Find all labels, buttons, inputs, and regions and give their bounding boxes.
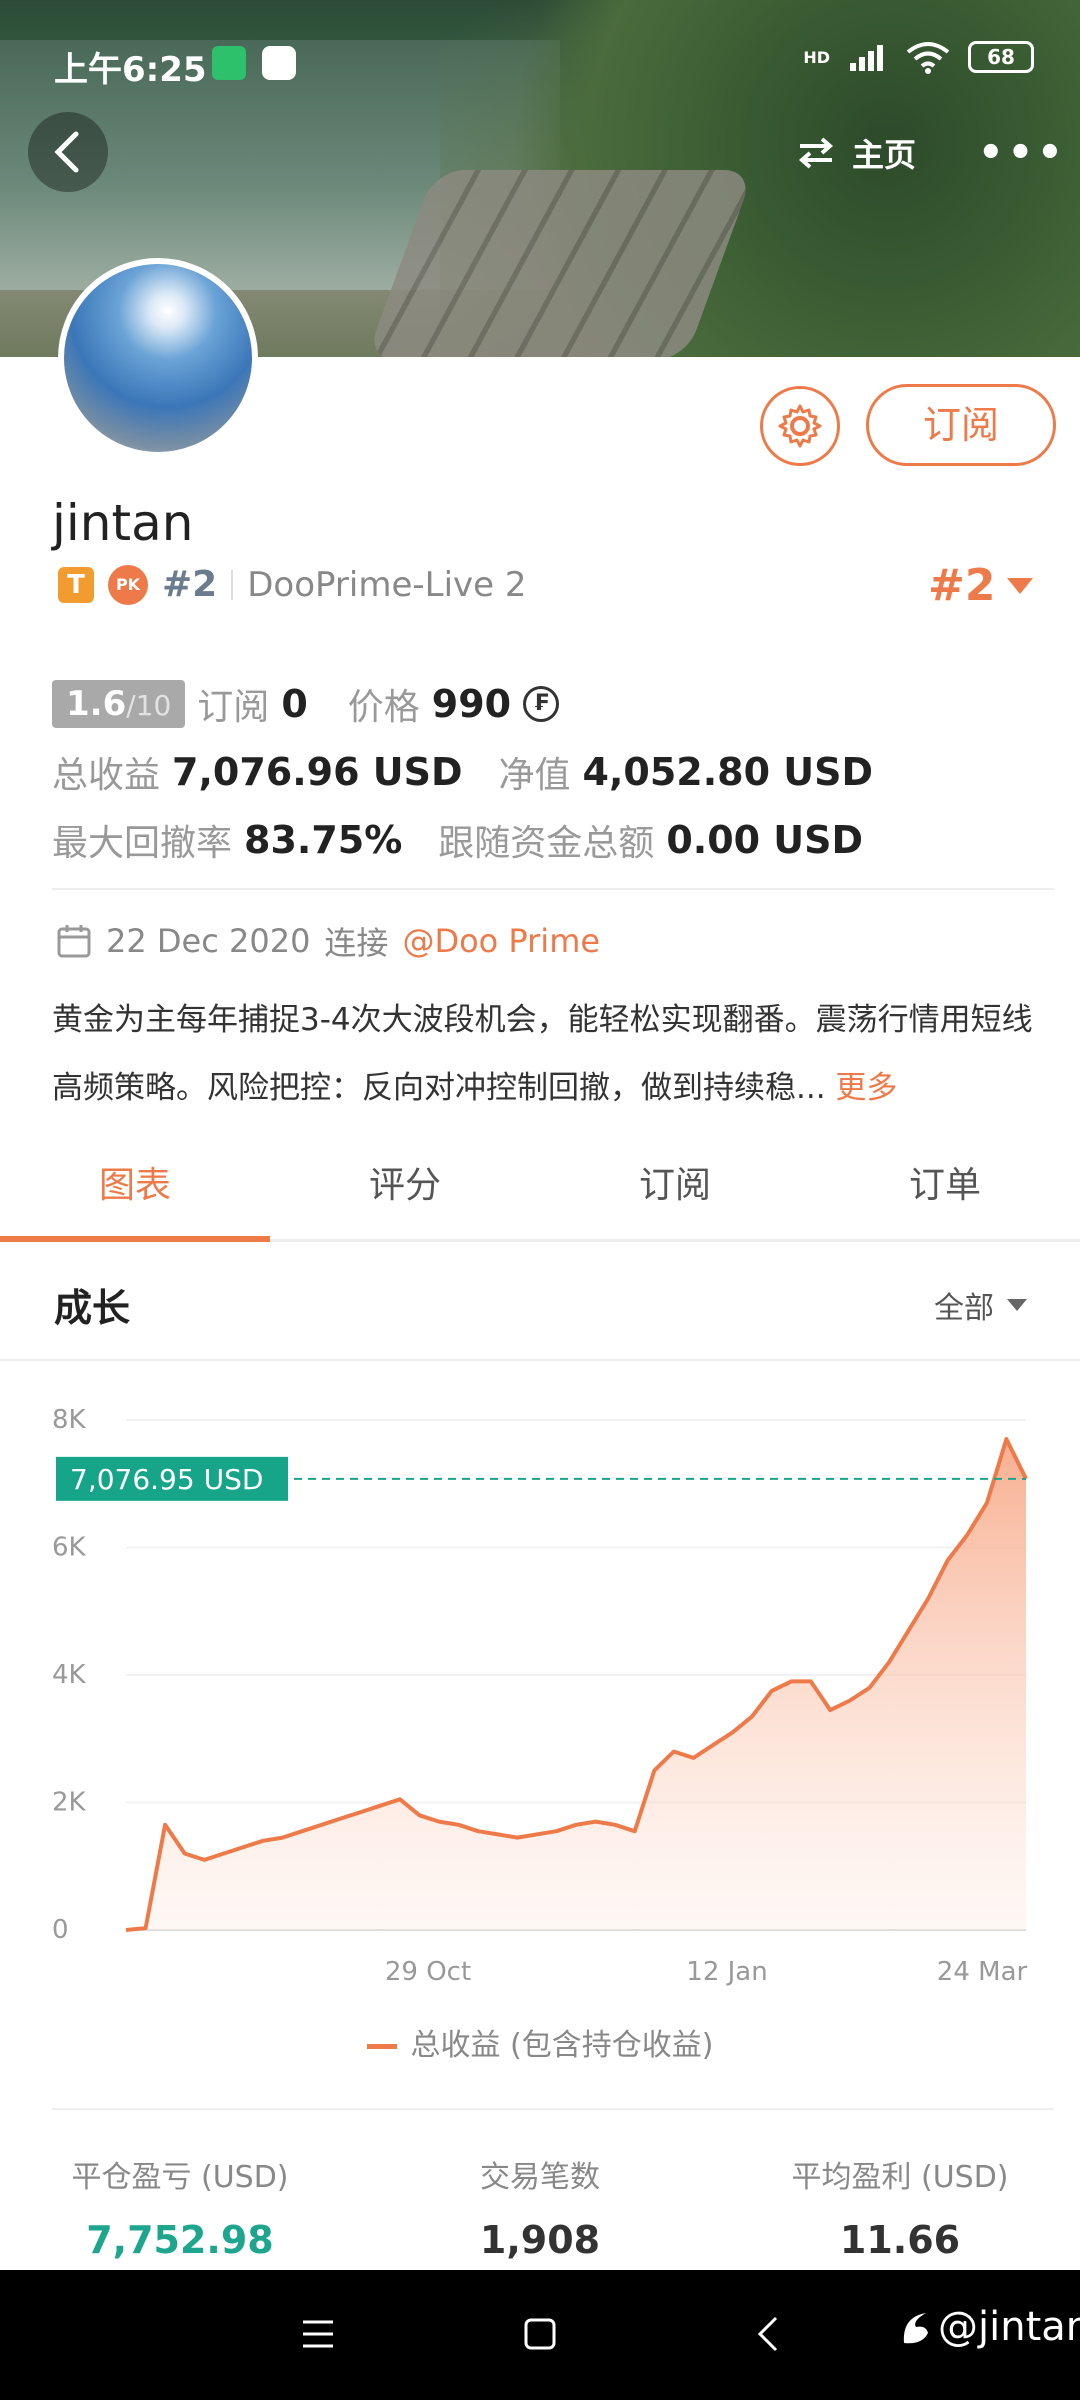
tab-chart[interactable]: 图表 [0, 1130, 270, 1242]
summary-avg-profit: 平均盈利 (USD) 11.66 [720, 2152, 1080, 2262]
equity-value: 4,052.80 USD [582, 750, 874, 794]
back-icon[interactable] [754, 2314, 784, 2354]
system-nav-bar: @jintan [0, 2270, 1080, 2400]
growth-chart[interactable]: 0 2K 4K 6K 8K 7,076.95 USD 29 Oct 12 Jan 24 Mar [0, 1380, 1080, 2000]
watermark-text: @jintan [938, 2304, 1080, 2350]
y-tick-label: 0 [52, 1915, 69, 1945]
subscribe-button[interactable]: 订阅 [866, 384, 1056, 466]
total-profit-label: 总收益 [52, 755, 161, 796]
home-button[interactable]: 主页 [796, 130, 916, 176]
equity-label: 净值 [498, 755, 571, 796]
cell-signal-icon [850, 45, 883, 71]
max-drawdown-value: 83.75% [244, 818, 403, 862]
summary-label: 平仓盈亏 (USD) [71, 2160, 289, 2195]
bio-more-link[interactable]: 更多 [835, 1070, 897, 1106]
cover-stones [365, 170, 755, 357]
connect-info: 22 Dec 2020 连接 @Doo Prime [56, 918, 600, 964]
rank-dropdown[interactable]: #2 [928, 560, 1035, 611]
watermark: @jintan [898, 2304, 1080, 2350]
broker-link[interactable]: @Doo Prime [402, 922, 600, 960]
section-header: 成长 全部 [0, 1245, 1080, 1361]
y-tick-label: 6K [52, 1533, 87, 1563]
y-tick-label: 4K [52, 1660, 87, 1690]
growth-chart-svg: 0 2K 4K 6K 8K 7,076.95 USD 29 Oct 12 Jan 24 Mar [52, 1405, 1028, 1987]
subscriptions-value: 0 [281, 682, 308, 726]
follow-funds-label: 跟随资金总额 [438, 823, 655, 864]
stats-panel: 1.6/10 订阅 0 价格 990 ₣ 总收益 7,076.96 USD 净值… [52, 670, 873, 874]
qq-app-icon [262, 46, 296, 80]
x-tick-label: 24 Mar [937, 1957, 1028, 1987]
gear-icon [778, 404, 822, 448]
section-title: 成长 [54, 1286, 131, 1330]
series-area [126, 1439, 1026, 1930]
separator [231, 569, 234, 600]
avatar[interactable] [58, 258, 258, 458]
summary-stats: 平仓盈亏 (USD) 7,752.98 交易笔数 1,908 平均盈利 (USD… [0, 2152, 1080, 2262]
summary-closed-pnl: 平仓盈亏 (USD) 7,752.98 [0, 2152, 360, 2262]
max-drawdown-label: 最大回撤率 [52, 823, 233, 864]
summary-value: 11.66 [839, 2218, 961, 2262]
coin-icon: ₣ [523, 686, 560, 722]
x-tick-label: 29 Oct [385, 1957, 471, 1987]
summary-trade-count: 交易笔数 1,908 [360, 2152, 720, 2262]
weibo-logo-icon [903, 2313, 928, 2344]
y-tick-label: 2K [52, 1788, 87, 1818]
signal-icon: HD [803, 47, 830, 67]
rank-big-label: #2 [928, 560, 996, 611]
tab-subscriptions[interactable]: 订阅 [540, 1130, 810, 1239]
score-badge: 1.6/10 [52, 680, 186, 728]
shield-app-icon [212, 46, 246, 80]
server-name: DooPrime-Live 2 [247, 564, 527, 605]
price-value: 990 [431, 682, 512, 726]
bio-text: 黄金为主每年捕捉3-4次大波段机会，能轻松实现翻番。震荡行情用短线高频策略。风险… [52, 986, 1062, 1122]
badge-row: T PK #2 DooPrime-Live 2 [58, 564, 527, 605]
range-filter-label: 全部 [934, 1291, 994, 1326]
current-value-label: 7,076.95 USD [70, 1463, 263, 1496]
y-tick-label: 8K [52, 1405, 87, 1435]
range-filter[interactable]: 全部 [934, 1283, 1028, 1327]
summary-label: 平均盈利 (USD) [791, 2160, 1009, 2195]
summary-value: 1,908 [479, 2218, 601, 2262]
tab-orders[interactable]: 订单 [810, 1130, 1080, 1239]
home-label: 主页 [852, 136, 917, 174]
summary-label: 交易笔数 [480, 2160, 600, 2195]
subscriptions-label: 订阅 [197, 687, 270, 728]
price-label: 价格 [347, 687, 420, 728]
wifi-icon [906, 42, 950, 74]
divider [52, 888, 1054, 890]
status-time: 上午6:25 [54, 50, 207, 90]
swap-icon [798, 137, 834, 169]
follow-funds-value: 0.00 USD [666, 818, 864, 862]
rank-small: #2 [162, 564, 218, 605]
menu-icon[interactable] [300, 2314, 336, 2354]
chart-legend: 总收益 (包含持仓收益) [0, 2020, 1080, 2064]
legend-swatch [366, 2044, 397, 2049]
username: jintan [52, 494, 194, 552]
total-profit-value: 7,076.96 USD [172, 750, 463, 794]
pk-badge: PK [108, 564, 148, 605]
settings-button[interactable] [760, 386, 840, 466]
summary-value: 7,752.98 [86, 2218, 274, 2262]
connect-date: 22 Dec 2020 [106, 922, 311, 960]
home-icon[interactable] [522, 2314, 558, 2354]
battery-icon: 68 [968, 41, 1034, 73]
trader-badge: T [58, 566, 94, 603]
caret-down-icon [1007, 1299, 1027, 1311]
tab-bar: 图表 评分 订阅 订单 [0, 1130, 1080, 1242]
legend-label: 总收益 (包含持仓收益) [410, 2028, 714, 2063]
tab-rating[interactable]: 评分 [270, 1130, 540, 1239]
back-button[interactable] [28, 112, 108, 192]
caret-down-icon [1007, 577, 1034, 594]
chevron-left-icon [54, 131, 79, 173]
calendar-icon [57, 925, 91, 958]
status-bar: 上午6:25 HD 68 [0, 0, 1080, 120]
x-tick-label: 12 Jan [686, 1957, 767, 1987]
more-options-button[interactable]: ••• [978, 130, 1067, 176]
divider [52, 2108, 1054, 2110]
connect-label: 连接 [324, 924, 389, 962]
